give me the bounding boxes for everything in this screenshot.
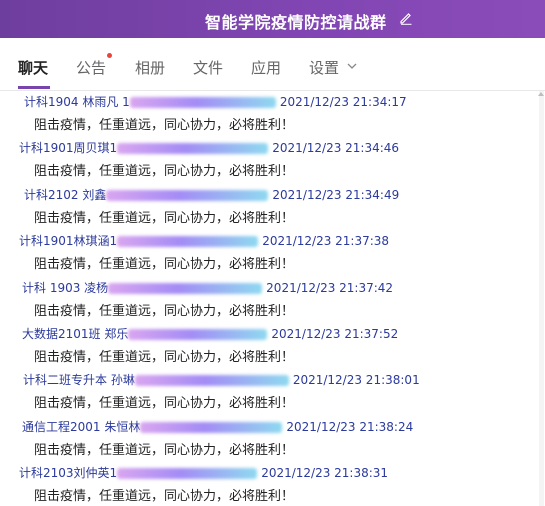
- message-time: 2021/12/23 21:38:01: [292, 373, 420, 388]
- pencil-icon[interactable]: [399, 11, 413, 25]
- message-time: 2021/12/23 21:34:49: [272, 187, 400, 202]
- message-text: 阻击疫情，任重道远，同心协力，必将胜利！: [34, 257, 295, 273]
- redacted-contact: [106, 189, 269, 201]
- message-header: 通信工程2001 朱恒林 2021/12/23 21:38:24: [22, 418, 413, 436]
- redacted-contact: [129, 97, 276, 108]
- scroll-up-icon[interactable]: [538, 92, 544, 96]
- chevron-down-icon[interactable]: [346, 60, 358, 72]
- message-header: 计科1901林琪涵1 2021/12/23 21:37:38: [19, 232, 389, 250]
- chat-message-list[interactable]: 计科1904 林雨凡 1 2021/12/23 21:34:17 阻击疫情，任重道…: [0, 91, 545, 506]
- chat-message: 计科1904 林雨凡 1 2021/12/23 21:34:17 阻击疫情，任重道…: [0, 91, 545, 137]
- sender-name[interactable]: 计科2102 刘鑫: [24, 186, 106, 203]
- tab-chat[interactable]: 聊天: [18, 57, 48, 78]
- chat-message: 计科2103刘仲英1 2021/12/23 21:38:31 阻击疫情，任重道远，…: [0, 462, 545, 506]
- message-time: 2021/12/23 21:37:42: [266, 280, 394, 295]
- message-time: 2021/12/23 21:38:31: [261, 466, 389, 481]
- message-header: 计科 1903 凌杨 2021/12/23 21:37:42: [22, 279, 393, 297]
- tab-apps[interactable]: 应用: [251, 57, 281, 78]
- redacted-contact: [140, 421, 283, 433]
- chat-message: 大数据2101班 郑乐 2021/12/23 21:37:52 阻击疫情，任重道远…: [0, 323, 545, 369]
- sender-name[interactable]: 大数据2101班 郑乐: [22, 325, 128, 342]
- chat-message: 计科 1903 凌杨 2021/12/23 21:37:42 阻击疫情，任重道远，…: [0, 277, 545, 323]
- tab-bar: 聊天 公告 相册 文件 应用 设置: [0, 38, 545, 91]
- message-time: 2021/12/23 21:38:24: [286, 419, 414, 434]
- chat-message: 通信工程2001 朱恒林 2021/12/23 21:38:24 阻击疫情，任重道…: [0, 416, 545, 462]
- chat-message: 计科1901周贝琪1 2021/12/23 21:34:46 阻击疫情，任重道远，…: [0, 137, 545, 183]
- sender-name[interactable]: 计科1901林琪涵1: [19, 232, 117, 249]
- message-time: 2021/12/23 21:37:38: [262, 234, 390, 249]
- tab-album[interactable]: 相册: [135, 57, 165, 78]
- chat-message: 计科二班专升本 孙琳 2021/12/23 21:38:01 阻击疫情，任重道远，…: [0, 369, 545, 415]
- message-text: 阻击疫情，任重道远，同心协力，必将胜利！: [34, 442, 295, 458]
- redacted-contact: [108, 282, 263, 294]
- message-text: 阻击疫情，任重道远，同心协力，必将胜利！: [34, 118, 295, 133]
- message-header: 计科二班专升本 孙琳 2021/12/23 21:38:01: [23, 371, 420, 389]
- sender-name[interactable]: 计科1904 林雨凡 1: [24, 93, 130, 110]
- tab-settings[interactable]: 设置: [309, 57, 339, 78]
- message-text: 阻击疫情，任重道远，同心协力，必将胜利！: [34, 489, 295, 505]
- scrollbar[interactable]: [539, 91, 544, 506]
- sender-name[interactable]: 计科二班专升本 孙琳: [23, 371, 135, 388]
- chat-message: 计科1901林琪涵1 2021/12/23 21:37:38 阻击疫情，任重道远，…: [0, 230, 545, 276]
- message-text: 阻击疫情，任重道远，同心协力，必将胜利！: [34, 164, 295, 180]
- message-text: 阻击疫情，任重道远，同心协力，必将胜利！: [34, 303, 295, 319]
- title-bar: 智能学院疫情防控请战群: [0, 0, 545, 38]
- redacted-contact: [117, 143, 269, 155]
- sender-name[interactable]: 计科 1903 凌杨: [22, 279, 108, 296]
- sender-name[interactable]: 计科1901周贝琪1: [19, 139, 117, 156]
- sender-name[interactable]: 计科2103刘仲英1: [19, 464, 117, 481]
- redacted-contact: [117, 468, 258, 480]
- message-text: 阻击疫情，任重道远，同心协力，必将胜利！: [34, 210, 295, 226]
- redacted-contact: [134, 375, 289, 387]
- active-tab-indicator: [18, 86, 50, 89]
- chat-message: 计科2102 刘鑫 2021/12/23 21:34:49 阻击疫情，任重道远，同…: [0, 184, 545, 230]
- message-time: 2021/12/23 21:34:46: [272, 141, 400, 156]
- message-header: 计科2102 刘鑫 2021/12/23 21:34:49: [24, 186, 399, 204]
- announcement-badge: [107, 53, 112, 58]
- tab-files[interactable]: 文件: [193, 57, 223, 78]
- message-text: 阻击疫情，任重道远，同心协力，必将胜利！: [34, 349, 295, 365]
- sender-name[interactable]: 通信工程2001 朱恒林: [22, 418, 140, 435]
- message-text: 阻击疫情，任重道远，同心协力，必将胜利！: [34, 396, 295, 412]
- message-header: 计科1904 林雨凡 1 2021/12/23 21:34:17: [24, 93, 407, 111]
- message-time: 2021/12/23 21:37:52: [271, 326, 399, 341]
- redacted-contact: [128, 328, 268, 340]
- message-time: 2021/12/23 21:34:17: [279, 95, 407, 109]
- message-header: 大数据2101班 郑乐 2021/12/23 21:37:52: [22, 325, 398, 343]
- message-header: 计科2103刘仲英1 2021/12/23 21:38:31: [19, 464, 388, 482]
- tab-announcements[interactable]: 公告: [76, 57, 106, 78]
- group-title: 智能学院疫情防控请战群: [205, 13, 387, 32]
- redacted-contact: [117, 236, 259, 248]
- message-header: 计科1901周贝琪1 2021/12/23 21:34:46: [19, 139, 399, 157]
